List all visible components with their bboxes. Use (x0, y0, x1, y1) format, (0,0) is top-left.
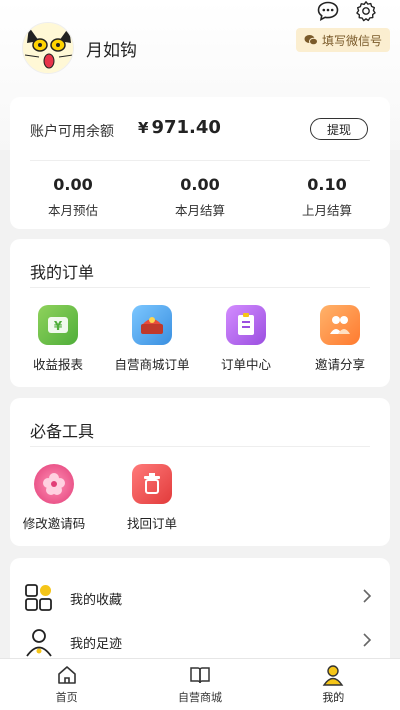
tab-mine[interactable]: 我的 (267, 659, 400, 710)
stat-label: 本月预估 (47, 203, 98, 218)
modify-invite-code-button[interactable]: 修改邀请码 (8, 464, 100, 532)
section-title: 我的订单 (30, 263, 95, 282)
chevron-right-icon (362, 632, 372, 653)
stat-month-settled[interactable]: 0.00 本月结算 (140, 175, 260, 219)
stat-value: 0.10 (307, 175, 347, 194)
divider (30, 446, 370, 447)
tools-card: 必备工具 修改邀请码 找回订单 (10, 398, 390, 546)
balance-amount: ¥971.40 (138, 117, 221, 138)
balance-value: 971.40 (151, 117, 221, 138)
stat-last-month-settled[interactable]: 0.10 上月结算 (267, 175, 387, 219)
tab-mall[interactable]: 自营商城 (133, 659, 266, 710)
withdraw-button[interactable]: 提现 (310, 118, 368, 140)
my-orders-card: 我的订单 ¥ 收益报表 自营商城订单 订单中心 邀请分享 (10, 239, 390, 387)
wechat-button-label: 填写微信号 (321, 33, 382, 48)
flower-icon (34, 464, 74, 504)
grid-label: 邀请分享 (314, 357, 365, 372)
footprint-icon (24, 627, 54, 657)
menu-list-card: 我的收藏 我的足迹 (10, 558, 390, 668)
top-icons (316, 0, 378, 22)
username: 月如钩 (86, 41, 137, 61)
chevron-right-icon (362, 588, 372, 609)
stat-label: 上月结算 (301, 203, 352, 218)
gear-icon[interactable] (354, 0, 378, 22)
home-icon (56, 664, 78, 686)
grid-label: 自营商城订单 (114, 357, 190, 372)
invite-share-button[interactable]: 邀请分享 (294, 305, 386, 373)
profile-icon (322, 664, 344, 686)
recover-orders-button[interactable]: 找回订单 (106, 464, 198, 532)
tab-label: 我的 (322, 691, 345, 704)
income-report-button[interactable]: ¥ 收益报表 (12, 305, 104, 373)
tab-label: 自营商城 (177, 691, 222, 704)
stat-label: 本月结算 (174, 203, 225, 218)
income-report-icon: ¥ (38, 305, 78, 345)
invite-share-icon (320, 305, 360, 345)
currency-symbol: ¥ (138, 119, 149, 137)
svg-text:¥: ¥ (54, 319, 63, 333)
stat-month-estimate[interactable]: 0.00 本月预估 (13, 175, 133, 219)
list-item-label: 我的收藏 (70, 592, 123, 608)
stat-value: 0.00 (53, 175, 93, 194)
mall-orders-button[interactable]: 自营商城订单 (106, 305, 198, 373)
grid-label: 订单中心 (220, 357, 271, 372)
grid-label: 修改邀请码 (22, 516, 86, 531)
trash-icon (132, 464, 172, 504)
bottom-tabbar: 首页 自营商城 我的 (0, 658, 400, 710)
balance-label: 账户可用余额 (30, 124, 114, 140)
order-center-button[interactable]: 订单中心 (200, 305, 292, 373)
grid-label: 找回订单 (126, 516, 177, 531)
tab-label: 首页 (55, 691, 78, 704)
order-center-icon (226, 305, 266, 345)
stat-value: 0.00 (180, 175, 220, 194)
grid-label: 收益报表 (32, 357, 83, 372)
message-icon[interactable] (316, 0, 340, 22)
avatar[interactable] (22, 22, 74, 74)
tab-home[interactable]: 首页 (0, 659, 133, 710)
list-item-favorites[interactable]: 我的收藏 (10, 576, 390, 620)
book-icon (189, 664, 211, 686)
list-item-label: 我的足迹 (70, 636, 123, 652)
mall-orders-icon (132, 305, 172, 345)
favorites-icon (24, 583, 54, 613)
wechat-icon (304, 35, 318, 46)
divider (30, 160, 370, 161)
balance-card: 账户可用余额 ¥971.40 提现 0.00 本月预估 0.00 本月结算 0.… (10, 97, 390, 229)
section-title: 必备工具 (30, 422, 95, 441)
divider (30, 287, 370, 288)
fill-wechat-button[interactable]: 填写微信号 (295, 28, 390, 52)
